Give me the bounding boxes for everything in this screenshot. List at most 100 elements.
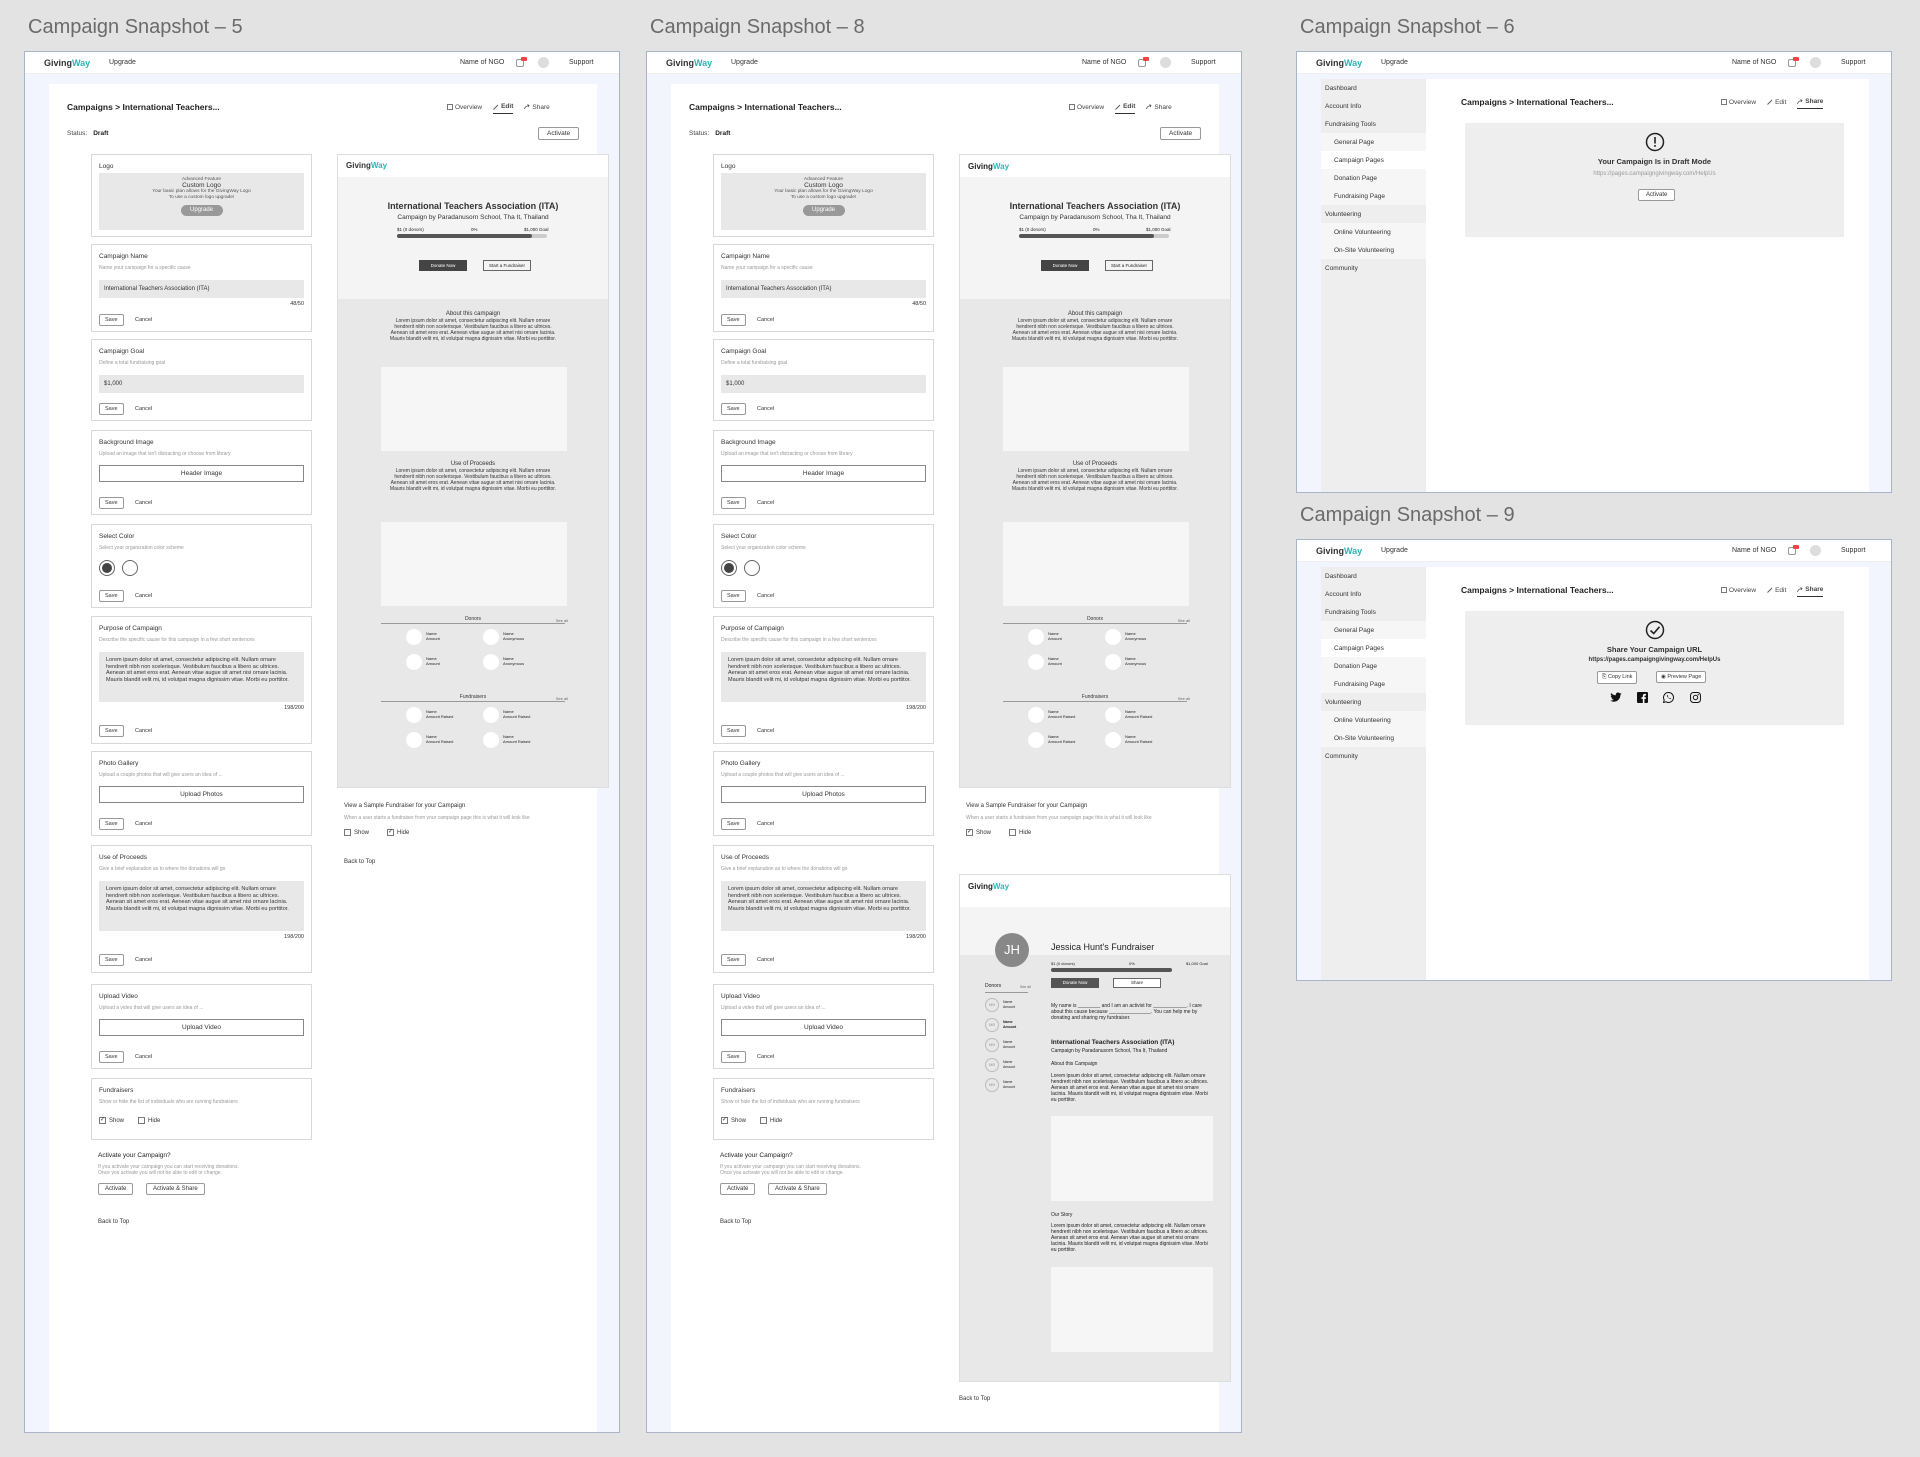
upgrade-link[interactable]: Upgrade	[109, 59, 136, 66]
save-button[interactable]: Save	[99, 1051, 124, 1063]
sidebar-item-fundraising-tools[interactable]: Fundraising Tools	[1321, 115, 1426, 133]
save-button[interactable]: Save	[99, 590, 124, 602]
header-image-button[interactable]: Header Image	[99, 465, 304, 482]
upload-video-button[interactable]: Upload Video	[721, 1019, 926, 1036]
back-to-top-link[interactable]: Back to Top	[720, 1219, 751, 1225]
upload-video-button[interactable]: Upload Video	[99, 1019, 304, 1036]
support-link[interactable]: Support	[569, 59, 594, 66]
preview-page-button[interactable]: ◉ Preview Page	[1656, 671, 1707, 683]
sidebar-item-fundraising-tools[interactable]: Fundraising Tools	[1321, 603, 1426, 621]
color-swatch-dark[interactable]	[99, 560, 115, 576]
sidebar-item-campaign-pages[interactable]: Campaign Pages	[1321, 639, 1426, 657]
sidebar-item-onsite-volunteering[interactable]: On-Site Volunteering	[1321, 241, 1426, 259]
activate-button[interactable]: Activate	[1160, 127, 1202, 140]
sidebar-item-community[interactable]: Community	[1321, 747, 1426, 765]
sidebar-item-volunteering[interactable]: Volunteering	[1321, 205, 1426, 223]
sidebar-item-onsite-volunteering[interactable]: On-Site Volunteering	[1321, 729, 1426, 747]
show-checkbox[interactable]: ✓ Show	[99, 1117, 124, 1124]
sidebar-item-online-volunteering[interactable]: Online Volunteering	[1321, 223, 1426, 241]
sidebar-item-account-info[interactable]: Account Info	[1321, 585, 1426, 603]
sidebar-item-campaign-pages[interactable]: Campaign Pages	[1321, 151, 1426, 169]
tab-share[interactable]: Share	[1146, 103, 1172, 114]
sidebar-item-fundraising-page[interactable]: Fundraising Page	[1321, 675, 1426, 693]
save-button[interactable]: Save	[721, 818, 746, 830]
show-checkbox[interactable]: Show	[344, 829, 369, 836]
campaign-name-input[interactable]: International Teachers Association (ITA)	[99, 280, 304, 298]
purpose-textarea[interactable]: Lorem ipsum dolor sit amet, consectetur …	[721, 652, 926, 702]
save-button[interactable]: Save	[721, 1051, 746, 1063]
cancel-button[interactable]: Cancel	[757, 500, 774, 506]
sidebar-item-online-volunteering[interactable]: Online Volunteering	[1321, 711, 1426, 729]
ngo-name[interactable]: Name of NGO	[1732, 59, 1776, 66]
cancel-button[interactable]: Cancel	[757, 821, 774, 827]
avatar[interactable]	[1810, 57, 1821, 68]
bell-icon[interactable]	[1138, 57, 1149, 67]
start-fundraiser-button[interactable]: Start a Fundraiser	[1105, 260, 1153, 271]
sidebar-item-general-page[interactable]: General Page	[1321, 621, 1426, 639]
save-button[interactable]: Save	[99, 497, 124, 509]
ngo-name[interactable]: Name of NGO	[1732, 547, 1776, 554]
save-button[interactable]: Save	[99, 725, 124, 737]
avatar[interactable]	[1160, 57, 1171, 68]
activate-button[interactable]: Activate	[538, 127, 580, 140]
upload-photos-button[interactable]: Upload Photos	[99, 786, 304, 803]
see-all-link[interactable]: See all	[1020, 985, 1031, 989]
sidebar-item-dashboard[interactable]: Dashboard	[1321, 79, 1426, 97]
activate-button[interactable]: Activate	[1638, 189, 1676, 201]
whatsapp-icon[interactable]	[1663, 692, 1674, 703]
cancel-button[interactable]: Cancel	[135, 821, 152, 827]
hide-checkbox[interactable]: Hide	[1009, 829, 1031, 836]
cancel-button[interactable]: Cancel	[757, 317, 774, 323]
tab-overview[interactable]: Overview	[1721, 98, 1756, 109]
proceeds-textarea[interactable]: Lorem ipsum dolor sit amet, consectetur …	[99, 881, 304, 931]
show-checkbox[interactable]: ✓ Show	[721, 1117, 746, 1124]
cancel-button[interactable]: Cancel	[135, 593, 152, 599]
activate-button[interactable]: Activate	[720, 1183, 756, 1195]
cancel-button[interactable]: Cancel	[135, 317, 152, 323]
cancel-button[interactable]: Cancel	[757, 1054, 774, 1060]
activate-button[interactable]: Activate	[98, 1183, 134, 1195]
upgrade-link[interactable]: Upgrade	[1381, 547, 1408, 554]
cancel-button[interactable]: Cancel	[135, 500, 152, 506]
save-button[interactable]: Save	[721, 725, 746, 737]
support-link[interactable]: Support	[1191, 59, 1216, 66]
save-button[interactable]: Save	[721, 497, 746, 509]
save-button[interactable]: Save	[721, 314, 746, 326]
sidebar-item-general-page[interactable]: General Page	[1321, 133, 1426, 151]
back-to-top-link[interactable]: Back to Top	[959, 1396, 990, 1402]
tab-edit[interactable]: Edit	[1767, 586, 1786, 597]
logo[interactable]: GivingWay	[666, 58, 712, 68]
upgrade-button[interactable]: Upgrade	[180, 205, 223, 216]
tab-edit[interactable]: Edit	[493, 103, 514, 114]
logo[interactable]: GivingWay	[44, 58, 90, 68]
support-link[interactable]: Support	[1841, 547, 1866, 554]
sidebar-item-volunteering[interactable]: Volunteering	[1321, 693, 1426, 711]
breadcrumb[interactable]: Campaigns > International Teachers...	[1461, 585, 1614, 595]
start-fundraiser-button[interactable]: Start a Fundraiser	[483, 260, 531, 271]
donate-now-button[interactable]: Donate Now	[419, 260, 467, 271]
sidebar-item-donation-page[interactable]: Donation Page	[1321, 169, 1426, 187]
upload-photos-button[interactable]: Upload Photos	[721, 786, 926, 803]
hide-checkbox[interactable]: Hide	[760, 1117, 782, 1124]
save-button[interactable]: Save	[99, 314, 124, 326]
goal-input[interactable]: $1,000	[721, 375, 926, 393]
upgrade-link[interactable]: Upgrade	[731, 59, 758, 66]
bell-icon[interactable]	[516, 57, 527, 67]
campaign-name-input[interactable]: International Teachers Association (ITA)	[721, 280, 926, 298]
ngo-name[interactable]: Name of NGO	[1082, 59, 1126, 66]
sidebar-item-dashboard[interactable]: Dashboard	[1321, 567, 1426, 585]
cancel-button[interactable]: Cancel	[757, 406, 774, 412]
facebook-icon[interactable]	[1637, 692, 1648, 703]
show-checkbox[interactable]: ✓ Show	[966, 829, 991, 836]
cancel-button[interactable]: Cancel	[135, 728, 152, 734]
instagram-icon[interactable]	[1690, 692, 1701, 703]
breadcrumb[interactable]: Campaigns > International Teachers...	[1461, 97, 1614, 107]
twitter-icon[interactable]	[1610, 692, 1622, 703]
activate-share-button[interactable]: Activate & Share	[146, 1183, 205, 1195]
tab-edit[interactable]: Edit	[1767, 98, 1786, 109]
hide-checkbox[interactable]: Hide	[138, 1117, 160, 1124]
tab-overview[interactable]: Overview	[447, 103, 482, 114]
logo[interactable]: GivingWay	[1316, 546, 1362, 556]
save-button[interactable]: Save	[99, 403, 124, 415]
sidebar-item-donation-page[interactable]: Donation Page	[1321, 657, 1426, 675]
